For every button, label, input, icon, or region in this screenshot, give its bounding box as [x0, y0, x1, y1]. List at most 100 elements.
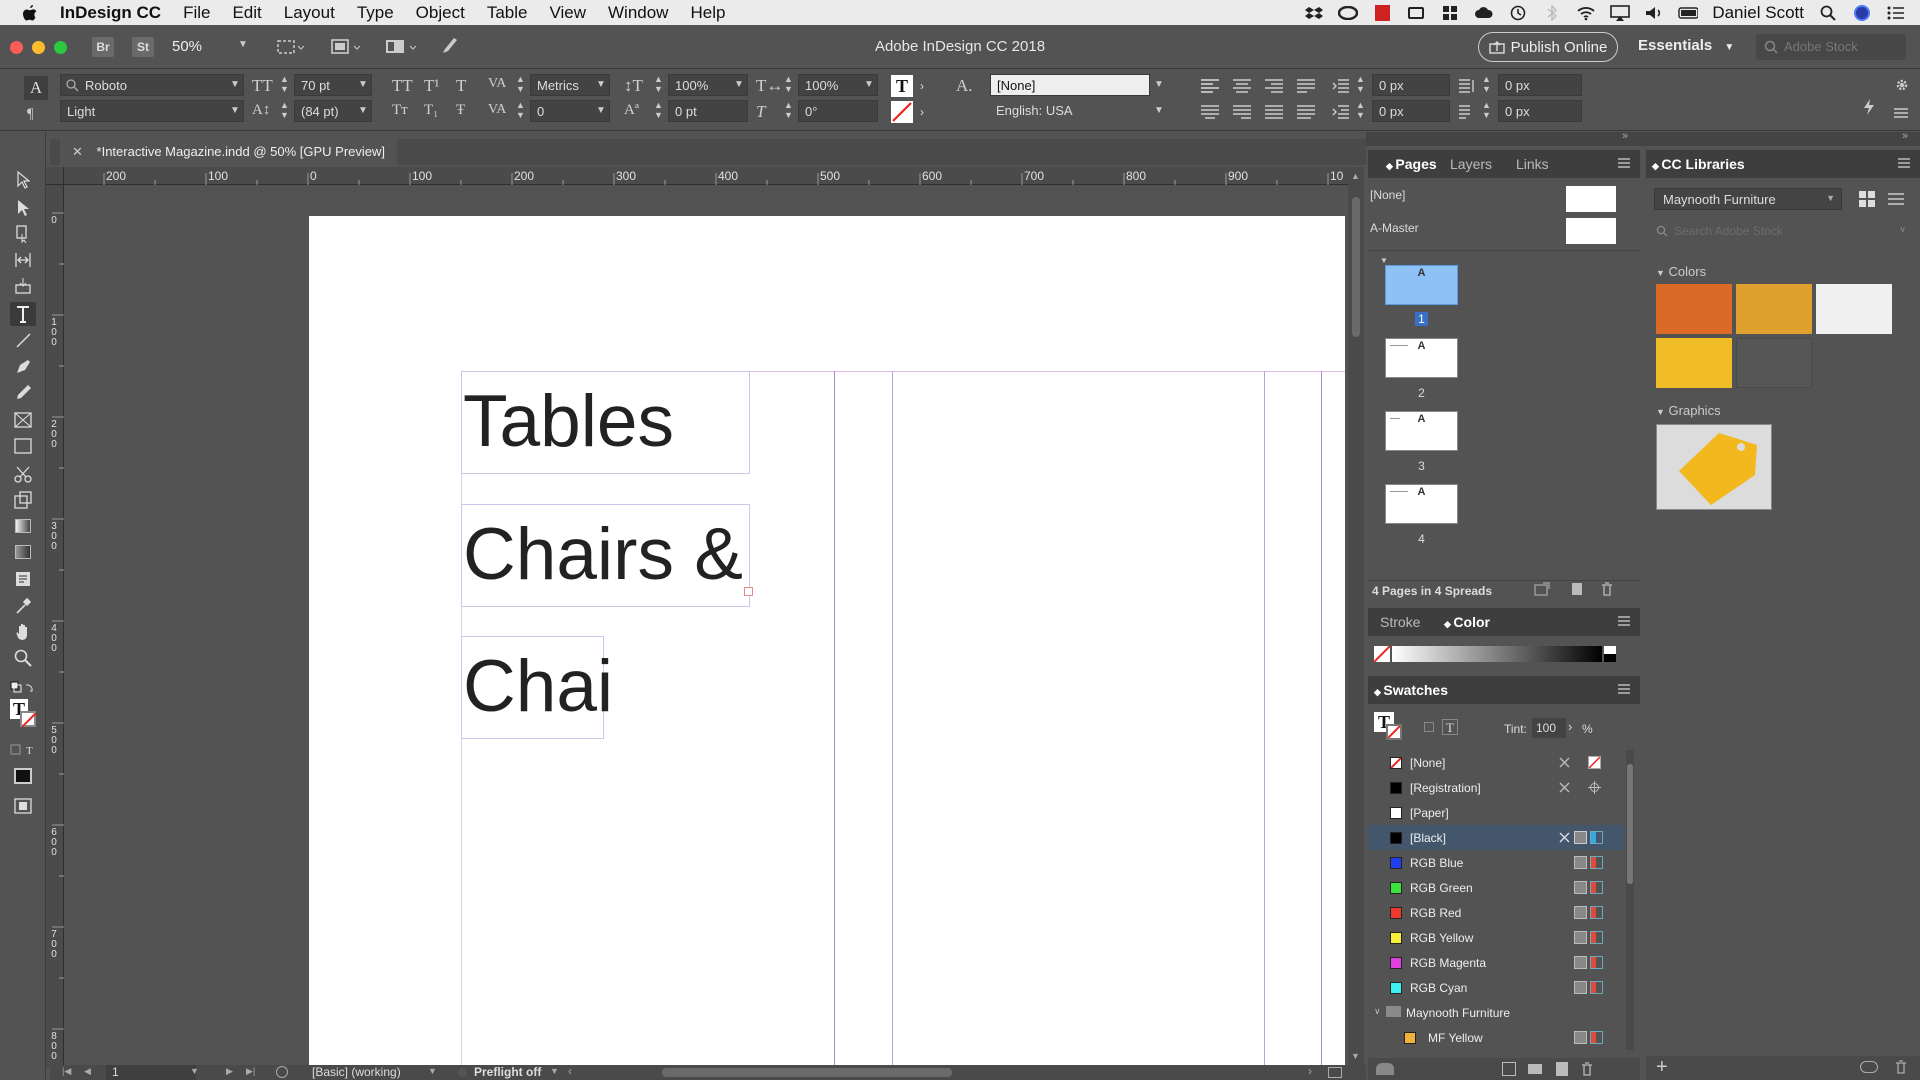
swatch-row[interactable]: MF Yellow — [1368, 1025, 1624, 1050]
menu-edit[interactable]: Edit — [221, 3, 272, 23]
delete-page-icon[interactable] — [1600, 582, 1614, 596]
menu-table[interactable]: Table — [476, 3, 539, 23]
apply-color-icon[interactable] — [10, 764, 36, 788]
chevron-down-icon[interactable]: ∨ — [1374, 1006, 1381, 1017]
zoom-dropdown-icon[interactable]: ▼ — [238, 39, 248, 50]
sync-status-icon[interactable] — [1860, 1061, 1878, 1073]
preflight-dropdown-icon[interactable]: ▼ — [550, 1066, 559, 1076]
swatch-scrollbar[interactable] — [1626, 750, 1634, 1050]
tab-swatches[interactable]: ◆ Swatches — [1374, 682, 1448, 698]
panel-menu-icon[interactable] — [1898, 158, 1910, 168]
note-tool-icon[interactable] — [10, 568, 36, 592]
tab-stroke[interactable]: Stroke — [1380, 614, 1420, 630]
delete-library-item-icon[interactable] — [1894, 1060, 1908, 1074]
open-document-icon[interactable] — [276, 1066, 288, 1078]
horizontal-scroll-thumb[interactable] — [662, 1068, 952, 1077]
maximize-window-button[interactable] — [54, 41, 67, 54]
paragraph-formatting-icon[interactable]: ¶ — [27, 106, 34, 123]
vertical-scale-dropdown-icon[interactable]: ▼ — [732, 74, 746, 96]
align-spine-icon[interactable] — [1296, 104, 1316, 120]
space-before-stepper[interactable]: ▲ ▼ — [1482, 74, 1492, 96]
collapse-panels-icon[interactable]: » — [1902, 130, 1908, 142]
adobe-stock-search[interactable]: Adobe Stock — [1756, 34, 1906, 60]
justify-right-icon[interactable] — [1232, 104, 1252, 120]
colors-section-header[interactable]: ▼ Colors — [1656, 264, 1706, 279]
font-family-field[interactable]: Roboto — [60, 74, 244, 96]
swatch-row[interactable]: RGB Red — [1368, 900, 1624, 925]
page-dropdown-icon[interactable]: ▼ — [190, 1066, 199, 1076]
creative-cloud-icon[interactable] — [1338, 5, 1359, 21]
delete-swatch-icon[interactable] — [1580, 1062, 1594, 1076]
panel-menu-icon[interactable] — [1618, 616, 1630, 626]
swatch-row[interactable]: RGB Magenta — [1368, 950, 1624, 975]
gear-icon[interactable] — [1895, 78, 1909, 92]
close-tab-icon[interactable]: ✕ — [72, 144, 83, 159]
character-style-field[interactable]: [None] — [990, 74, 1150, 96]
text-fill-icon[interactable]: T — [891, 75, 913, 97]
text-frame[interactable]: Chai — [461, 636, 613, 739]
first-line-indent-field[interactable]: 0 px — [1372, 100, 1450, 122]
collapse-panels-icon[interactable]: » — [1622, 130, 1628, 142]
graphics-section-header[interactable]: ▼ Graphics — [1656, 403, 1721, 418]
list-view-icon[interactable] — [1888, 192, 1904, 206]
scroll-down-icon[interactable]: ▼ — [1351, 1051, 1360, 1061]
underline-icon[interactable]: T — [456, 76, 466, 96]
gradient-swatch-tool-icon[interactable] — [10, 514, 36, 538]
scroll-right-icon[interactable]: › — [1308, 1064, 1312, 1078]
justify-all-icon[interactable] — [1264, 104, 1284, 120]
first-line-indent-stepper[interactable]: ▲ ▼ — [1356, 100, 1366, 122]
page-thumbnail-3[interactable]: A — [1385, 411, 1458, 451]
white-swatch[interactable] — [1604, 646, 1616, 654]
edit-page-size-icon[interactable] — [1534, 582, 1550, 596]
swatch-row-selected[interactable]: [Black] — [1368, 825, 1624, 850]
horizontal-scale-stepper[interactable]: ▲ ▼ — [784, 74, 794, 96]
line-tool-icon[interactable] — [10, 328, 36, 352]
tab-color[interactable]: ◆ Color — [1444, 614, 1490, 630]
bluetooth-icon[interactable] — [1542, 4, 1562, 21]
rectangle-frame-tool-icon[interactable] — [10, 408, 36, 432]
tab-cc-libraries[interactable]: ◆ CC Libraries — [1652, 156, 1745, 172]
scissors-tool-icon[interactable] — [10, 462, 36, 486]
fill-stroke-text-icon[interactable]: T — [10, 698, 36, 730]
airplay-icon[interactable] — [1610, 4, 1631, 21]
direct-selection-tool-icon[interactable] — [10, 196, 36, 220]
selection-tool-icon[interactable] — [10, 168, 36, 192]
new-page-icon[interactable] — [1570, 582, 1584, 596]
chevron-right-icon[interactable]: › — [920, 105, 924, 119]
type-tool-icon[interactable] — [10, 302, 36, 326]
panel-menu-icon[interactable] — [1894, 108, 1908, 118]
notification-center-icon[interactable] — [1886, 5, 1906, 21]
zoom-level[interactable]: 50% — [172, 38, 202, 55]
library-stock-search[interactable]: Search Adobe Stock ∨ — [1654, 220, 1910, 242]
tint-field[interactable]: 100 — [1532, 718, 1566, 738]
tab-layers[interactable]: Layers — [1450, 156, 1492, 172]
library-color-swatch[interactable] — [1656, 284, 1732, 334]
time-machine-icon[interactable] — [1508, 5, 1528, 21]
apple-menu[interactable] — [0, 4, 49, 22]
library-selector[interactable]: Maynooth Furniture ▼ — [1654, 188, 1842, 210]
canvas-vertical-scrollbar[interactable]: ▲ ▼ — [1348, 167, 1364, 1067]
swatch-scroll-thumb[interactable] — [1627, 764, 1633, 884]
ruler-origin[interactable] — [46, 167, 64, 185]
align-left-icon[interactable] — [1200, 78, 1220, 94]
swatch-row[interactable]: [Registration] — [1368, 775, 1624, 800]
none-swatch-icon[interactable] — [1374, 646, 1390, 662]
profile-dropdown-icon[interactable]: ▼ — [428, 1066, 437, 1076]
font-style-dropdown-icon[interactable]: ▼ — [228, 100, 242, 122]
wifi-icon[interactable] — [1576, 5, 1596, 21]
pen-tool-icon[interactable] — [10, 354, 36, 378]
tab-pages[interactable]: ◆ Pages — [1386, 156, 1437, 172]
menu-object[interactable]: Object — [405, 3, 476, 23]
space-before-field[interactable]: 0 px — [1498, 74, 1582, 96]
previous-page-icon[interactable]: ◀ — [84, 1066, 91, 1077]
leading-dropdown-icon[interactable]: ▼ — [356, 100, 370, 122]
battery-icon[interactable] — [1678, 5, 1699, 21]
skew-stepper[interactable]: ▲ ▼ — [784, 100, 794, 122]
recording-icon[interactable] — [1372, 4, 1392, 21]
default-fill-stroke-icon[interactable] — [10, 676, 36, 700]
align-right-icon[interactable] — [1264, 78, 1284, 94]
minimize-window-button[interactable] — [32, 41, 45, 54]
stock-button[interactable]: St — [132, 37, 154, 57]
space-after-field[interactable]: 0 px — [1498, 100, 1582, 122]
zoom-tool-icon[interactable] — [10, 646, 36, 670]
